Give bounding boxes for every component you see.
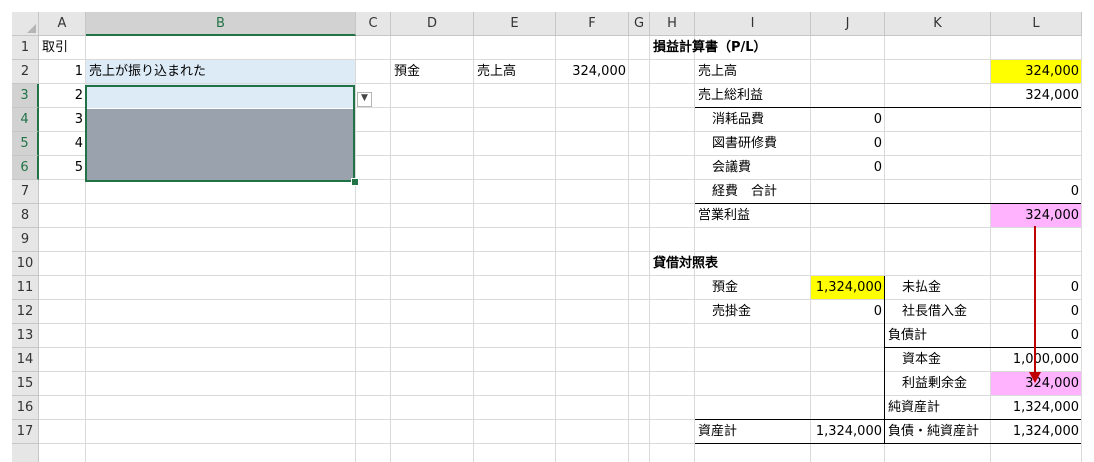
arrow-down-icon	[1029, 226, 1041, 383]
spreadsheet-grid[interactable]: A B C D E F G H I J K L 1 2 3 4 5 6 7 8 …	[12, 12, 1082, 462]
